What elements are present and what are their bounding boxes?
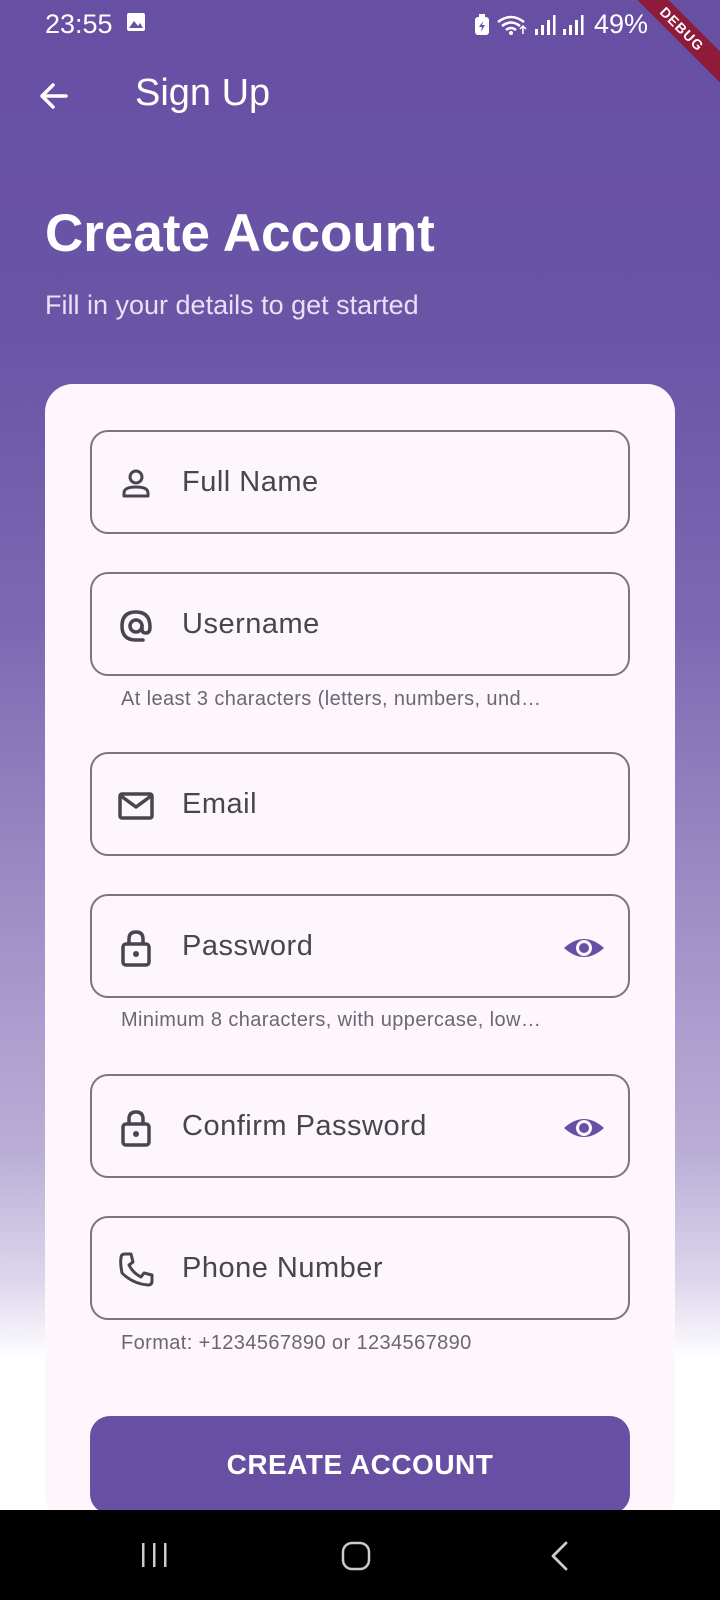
app-bar-title: Sign Up bbox=[135, 72, 271, 114]
confirm-password-field[interactable]: Confirm Password bbox=[90, 1074, 630, 1178]
phone-icon bbox=[119, 1252, 154, 1287]
email-label: Email bbox=[182, 788, 258, 820]
page-subtitle: Fill in your details to get started bbox=[45, 290, 419, 320]
back-arrow-icon[interactable] bbox=[34, 76, 74, 116]
username-field[interactable]: Username bbox=[90, 572, 630, 676]
create-account-button[interactable]: CREATE ACCOUNT bbox=[90, 1416, 630, 1514]
wifi-icon bbox=[497, 15, 527, 35]
phone-number-label: Phone Number bbox=[182, 1252, 384, 1284]
gallery-notification-icon bbox=[127, 13, 145, 31]
system-navigation-bar bbox=[0, 1510, 720, 1600]
password-helper-text: Minimum 8 characters, with uppercase, lo… bbox=[121, 1009, 542, 1031]
password-label: Password bbox=[182, 930, 314, 962]
signal-icon-2 bbox=[562, 14, 584, 35]
battery-saver-icon bbox=[474, 13, 489, 35]
email-field[interactable]: Email bbox=[90, 752, 630, 856]
battery-level: 49% bbox=[593, 9, 648, 39]
confirm-password-label: Confirm Password bbox=[182, 1110, 427, 1142]
lock-icon bbox=[121, 1110, 151, 1147]
password-field[interactable]: Password bbox=[90, 894, 630, 998]
full-name-field[interactable]: Full Name bbox=[90, 430, 630, 534]
mail-icon bbox=[118, 792, 154, 820]
recent-apps-icon[interactable] bbox=[140, 1540, 170, 1570]
username-helper-text: At least 3 characters (letters, numbers,… bbox=[121, 688, 542, 710]
signal-icon bbox=[534, 14, 556, 35]
phone-number-field[interactable]: Phone Number bbox=[90, 1216, 630, 1320]
back-nav-icon[interactable] bbox=[548, 1540, 570, 1572]
at-icon bbox=[120, 610, 152, 642]
lock-icon bbox=[121, 930, 151, 967]
username-label: Username bbox=[182, 608, 320, 640]
signup-form-card: Full Name Username At least 3 characters… bbox=[45, 384, 675, 1524]
eye-icon[interactable] bbox=[562, 928, 606, 968]
person-icon bbox=[122, 469, 150, 498]
status-indicators: 49% bbox=[474, 9, 648, 40]
status-time: 23:55 bbox=[45, 9, 113, 39]
home-icon[interactable] bbox=[340, 1540, 372, 1572]
page-title: Create Account bbox=[45, 204, 435, 263]
phone-helper-text: Format: +1234567890 or 1234567890 bbox=[121, 1332, 472, 1354]
status-bar: 23:55 49% DEBUG bbox=[0, 0, 720, 94]
full-name-label: Full Name bbox=[182, 466, 319, 498]
app-bar: Sign Up bbox=[0, 48, 720, 144]
eye-icon[interactable] bbox=[562, 1108, 606, 1148]
